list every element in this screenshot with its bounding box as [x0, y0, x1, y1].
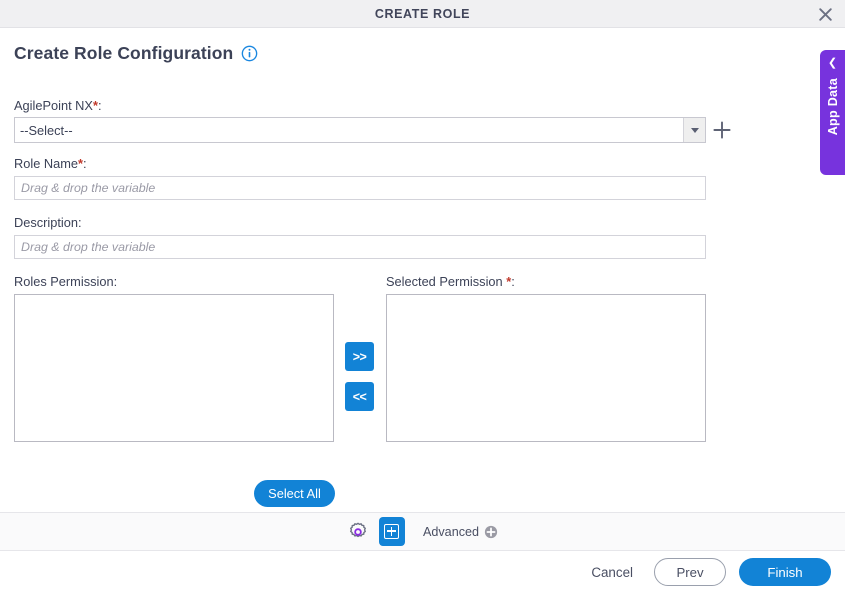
- dialog-footer: Cancel Prev Finish: [0, 551, 845, 593]
- prev-button[interactable]: Prev: [654, 558, 726, 586]
- app-data-tab[interactable]: ❮ App Data: [820, 50, 845, 175]
- app-data-tab-label: App Data: [825, 78, 840, 136]
- role-name-label-text: Role Name: [14, 156, 79, 171]
- dialog-title: CREATE ROLE: [374, 7, 471, 21]
- agilepoint-nx-label: AgilePoint NX*:: [14, 98, 102, 113]
- description-label-text: Description: [14, 215, 79, 230]
- select-all-button[interactable]: Select All: [254, 480, 335, 507]
- move-left-button[interactable]: <<: [345, 382, 374, 411]
- advanced-toggle[interactable]: Advanced: [423, 525, 498, 539]
- label-colon: :: [83, 156, 87, 171]
- close-icon[interactable]: [813, 2, 837, 26]
- create-role-dialog: CREATE ROLE Create Role Configuration ❮ …: [0, 0, 845, 593]
- label-colon: :: [511, 274, 515, 289]
- dialog-titlebar: CREATE ROLE: [0, 0, 845, 28]
- bottom-toolbar: Advanced: [0, 512, 845, 551]
- cancel-button[interactable]: Cancel: [583, 559, 641, 586]
- advanced-label: Advanced: [422, 524, 479, 539]
- selected-permission-label-text: Selected Permission: [386, 274, 503, 289]
- add-square-glyph: [384, 524, 400, 539]
- label-colon: :: [113, 274, 118, 289]
- roles-permission-label: Roles Permission:: [14, 274, 117, 289]
- label-colon: :: [97, 98, 102, 113]
- description-label: Description:: [14, 215, 82, 230]
- description-input[interactable]: [14, 235, 706, 259]
- role-name-label: Role Name*:: [14, 156, 87, 171]
- move-right-button[interactable]: >>: [345, 342, 374, 371]
- chevron-left-icon: ❮: [827, 57, 838, 69]
- agilepoint-nx-selected-value: --Select--: [20, 122, 73, 138]
- chevron-down-icon[interactable]: [683, 118, 705, 142]
- agilepoint-nx-label-text: AgilePoint NX: [14, 98, 93, 113]
- form-area: AgilePoint NX*: --Select-- Role Name*: D…: [0, 28, 810, 507]
- roles-permission-label-text: Roles Permission: [14, 274, 114, 289]
- roles-permission-listbox[interactable]: [14, 294, 334, 442]
- role-name-input[interactable]: [14, 176, 706, 200]
- plus-circle-icon[interactable]: [484, 525, 498, 539]
- gear-icon[interactable]: [347, 521, 369, 543]
- add-square-icon[interactable]: [378, 517, 405, 546]
- add-agilepoint-plus-icon[interactable]: [712, 120, 732, 140]
- label-colon: :: [78, 215, 82, 230]
- agilepoint-nx-select[interactable]: --Select--: [14, 117, 706, 143]
- finish-button[interactable]: Finish: [739, 558, 831, 586]
- selected-permission-listbox[interactable]: [386, 294, 706, 442]
- selected-permission-label: Selected Permission *:: [386, 274, 515, 289]
